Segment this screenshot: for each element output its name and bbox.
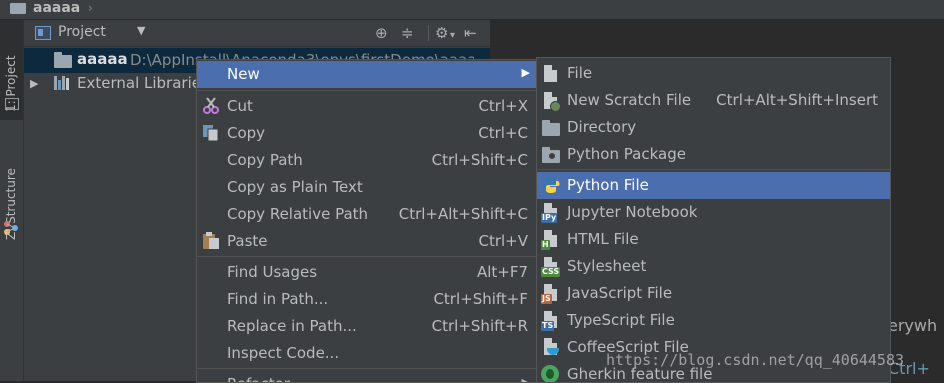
menu-item-inspect-code[interactable]: Inspect Code...: [197, 340, 540, 367]
toolbar-divider: [428, 25, 429, 41]
paste-icon: [203, 232, 219, 249]
submenu-item-typescript-file[interactable]: TS TypeScript File: [537, 307, 890, 334]
collapse-all-icon[interactable]: ≑: [401, 23, 414, 43]
gear-icon[interactable]: ⚙: [435, 23, 448, 43]
copy-icon: [203, 125, 219, 142]
new-submenu: File New Scratch File Ctrl+Alt+Shift+Ins…: [536, 57, 891, 383]
project-tab-icon: [5, 98, 19, 110]
menu-item-copy-path[interactable]: Copy Path Ctrl+Shift+C: [197, 147, 540, 174]
external-libraries-label: External Libraries: [77, 74, 209, 92]
menu-item-cut[interactable]: Cut Ctrl+X: [197, 93, 540, 120]
gear-dropdown-icon[interactable]: ▾: [450, 26, 455, 46]
project-view-title[interactable]: Project: [58, 24, 106, 40]
menu-separator: [197, 256, 540, 257]
submenu-item-jupyter-notebook[interactable]: IPy Jupyter Notebook: [537, 199, 890, 226]
folder-icon: [10, 3, 26, 14]
file-icon: [544, 65, 557, 82]
menu-separator: [197, 90, 540, 91]
submenu-item-python-package[interactable]: Python Package: [537, 141, 890, 168]
submenu-arrow-icon: ▶: [521, 376, 530, 383]
project-view-icon: [35, 26, 51, 40]
expand-arrow-icon[interactable]: ▶: [30, 77, 38, 90]
chevron-down-icon[interactable]: ▼: [137, 24, 145, 37]
context-menu: New ▶ Cut Ctrl+X Copy Ctrl+C Copy Path C…: [196, 59, 541, 383]
hide-panel-icon[interactable]: ⇤: [464, 23, 477, 43]
submenu-item-html-file[interactable]: H HTML File: [537, 226, 890, 253]
submenu-item-javascript-file[interactable]: JS JavaScript File: [537, 280, 890, 307]
libraries-icon: [54, 76, 72, 90]
breadcrumb-project[interactable]: aaaaa: [33, 0, 80, 17]
breadcrumb-chevron-icon: ›: [88, 1, 93, 15]
menu-item-refactor[interactable]: Refactor ▶: [197, 371, 540, 383]
structure-icon: [4, 221, 18, 235]
menu-item-new[interactable]: New ▶: [197, 61, 540, 88]
editor-hint-text: erywh: [888, 316, 938, 335]
folder-icon: [54, 52, 72, 68]
locate-icon[interactable]: ⊕: [375, 23, 388, 43]
navigation-bar: aaaaa ›: [0, 0, 944, 20]
submenu-item-python-file[interactable]: Python File: [537, 172, 890, 199]
menu-item-replace-in-path[interactable]: Replace in Path... Ctrl+Shift+R: [197, 313, 540, 340]
menu-item-find-usages[interactable]: Find Usages Alt+F7: [197, 259, 540, 286]
tree-root-name: aaaaa: [77, 50, 128, 68]
menu-item-copy-plain-text[interactable]: Copy as Plain Text: [197, 174, 540, 201]
gherkin-icon: [541, 365, 559, 382]
submenu-item-file[interactable]: File: [537, 60, 890, 87]
menu-item-copy-relative-path[interactable]: Copy Relative Path Ctrl+Alt+Shift+C: [197, 201, 540, 228]
menu-separator: [197, 368, 540, 369]
menu-item-find-in-path[interactable]: Find in Path... Ctrl+Shift+F: [197, 286, 540, 313]
project-panel-header: Project ▼ ⊕ ≑ ⚙ ▾ ⇤: [24, 20, 490, 47]
folder-icon: [542, 120, 560, 136]
menu-item-copy[interactable]: Copy Ctrl+C: [197, 120, 540, 147]
submenu-arrow-icon: ▶: [521, 66, 530, 79]
menu-separator: [537, 169, 890, 170]
tool-window-strip: 1: Project Z: Structure: [0, 20, 24, 381]
python-icon: [542, 177, 560, 193]
menu-item-paste[interactable]: Paste Ctrl+V: [197, 228, 540, 255]
submenu-item-new-scratch-file[interactable]: New Scratch File Ctrl+Alt+Shift+Insert: [537, 87, 890, 114]
scissors-icon: [203, 97, 219, 114]
submenu-item-directory[interactable]: Directory: [537, 114, 890, 141]
submenu-item-stylesheet[interactable]: CSS Stylesheet: [537, 253, 890, 280]
watermark-url: https://blog.csdn.net/qq_40644583: [606, 351, 905, 369]
